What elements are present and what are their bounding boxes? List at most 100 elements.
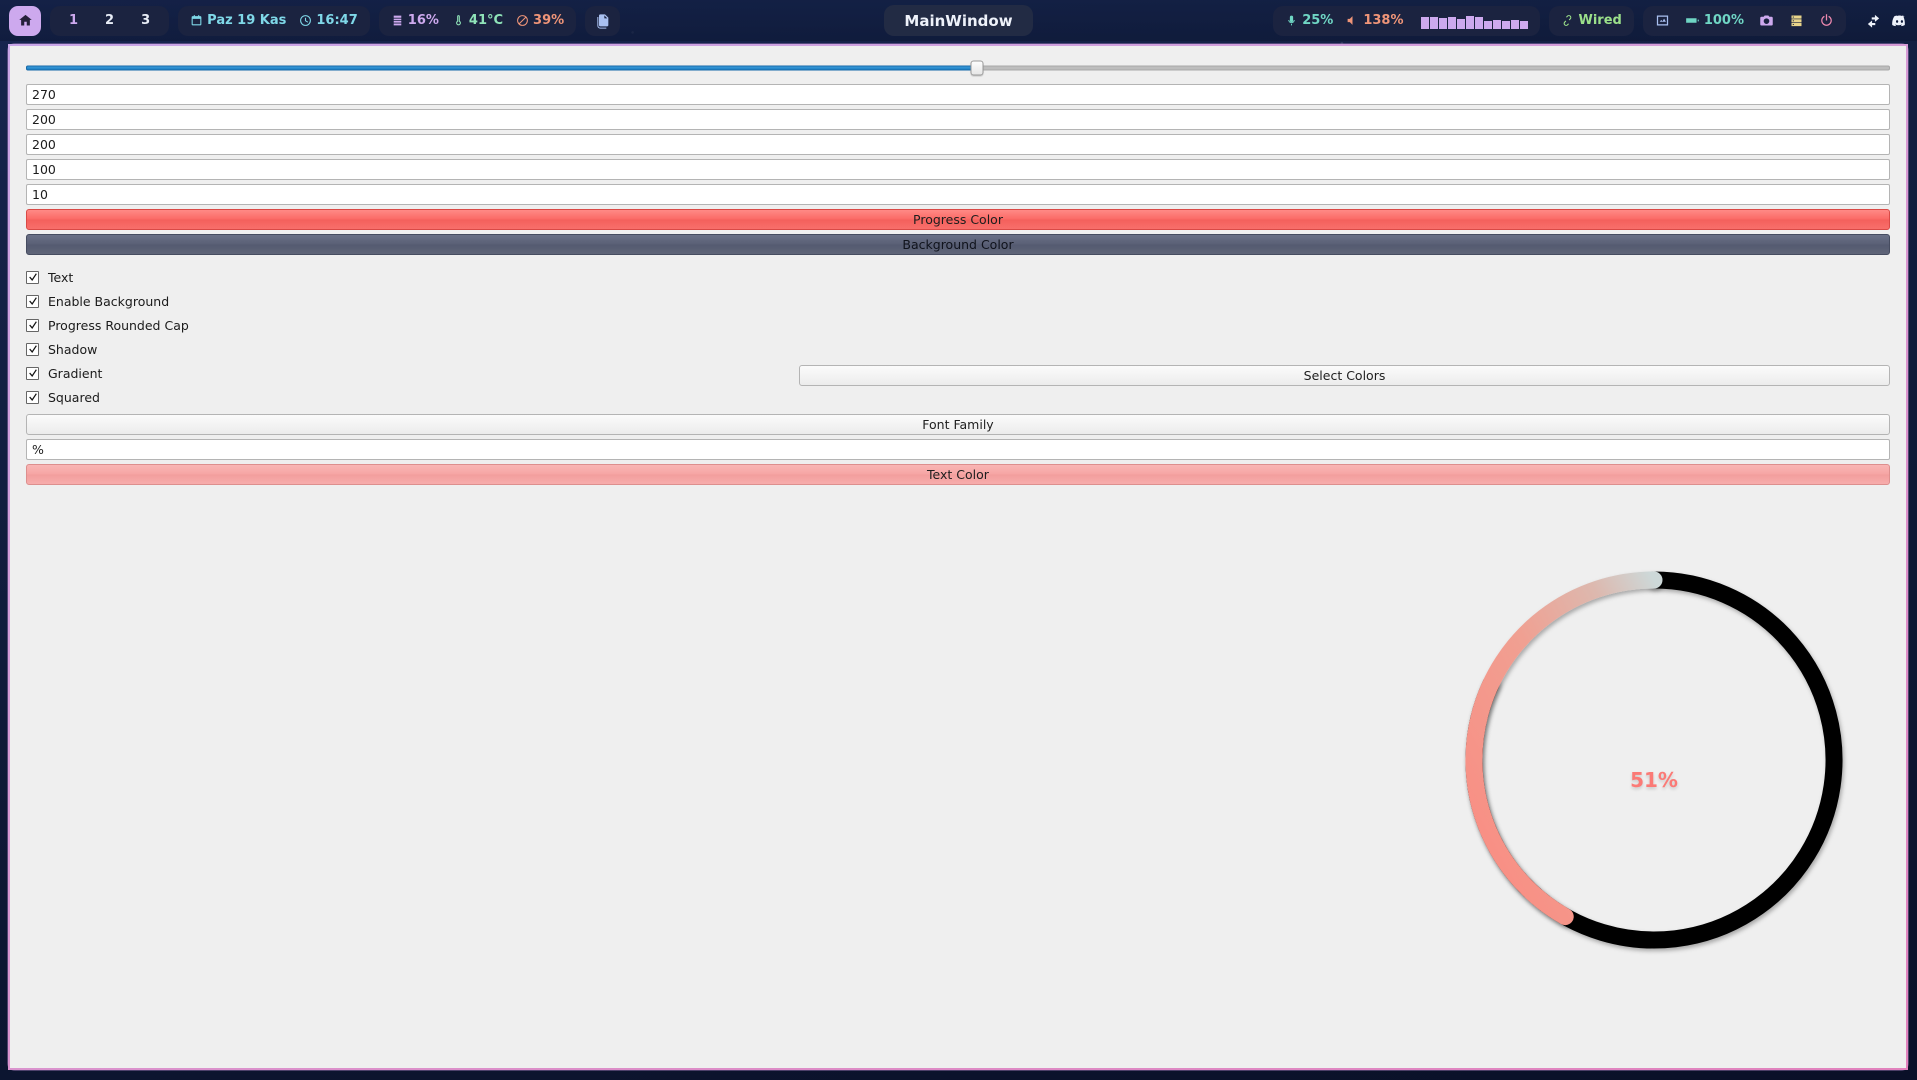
suffix-input[interactable] — [26, 439, 1890, 460]
background-color-button[interactable]: Background Color — [26, 234, 1890, 255]
memory-icon — [393, 15, 402, 26]
disk-icon — [517, 15, 528, 26]
check-icon — [28, 345, 37, 353]
checkbox-shadow[interactable] — [26, 342, 39, 356]
visualizer-bar — [1493, 19, 1502, 29]
checkbox-gradient[interactable] — [26, 366, 39, 380]
checkbox-progress-rounded-cap[interactable] — [26, 318, 39, 332]
network-widget[interactable]: Wired — [1549, 5, 1634, 36]
calendar-icon — [191, 15, 202, 26]
power-icon[interactable] — [1819, 13, 1834, 28]
swap-arrows-icon[interactable] — [1865, 12, 1882, 29]
checkbox-row-enable-background[interactable]: Enable Background — [26, 293, 1890, 309]
check-icon — [28, 297, 37, 305]
checkbox-label-progress-rounded-cap: Progress Rounded Cap — [48, 317, 189, 333]
visualizer-bar — [1421, 16, 1430, 29]
ram-text: 16% — [407, 13, 439, 28]
volume-text: 138% — [1363, 13, 1404, 28]
slider-fill — [26, 65, 977, 71]
temperature-display: 41°C — [452, 13, 503, 28]
home-icon — [18, 14, 32, 26]
visualizer-bar — [1457, 18, 1466, 29]
main-window: Progress Color Background Color Text Ena… — [8, 44, 1908, 1070]
checkbox-label-shadow: Shadow — [48, 341, 98, 357]
top-panel: 1 2 3 Paz 19 Kas 16:47 16% 41°C 39% Main… — [0, 0, 1917, 41]
screenshot-image-icon[interactable] — [1655, 13, 1670, 28]
microphone-level[interactable]: 25% — [1285, 13, 1333, 28]
max-value-input[interactable] — [26, 159, 1890, 180]
speaker-icon — [1347, 16, 1353, 25]
time-text: 16:47 — [316, 13, 358, 28]
date-text: Paz 19 Kas — [207, 13, 287, 28]
checkbox-text[interactable] — [26, 270, 39, 284]
select-colors-button[interactable]: Select Colors — [799, 365, 1890, 386]
battery-text: 100% — [1703, 13, 1744, 28]
topbar-right-section: 25% 138% Wired 100% — [1273, 5, 1908, 36]
checkbox-squared[interactable] — [26, 390, 39, 404]
discord-icon[interactable] — [1891, 12, 1908, 29]
disk-display: 39% — [516, 13, 564, 28]
check-icon — [28, 321, 37, 329]
battery-display[interactable]: 100% — [1685, 13, 1744, 28]
width-input[interactable] — [26, 109, 1890, 130]
thermometer-icon — [455, 15, 461, 26]
system-stats-widget[interactable]: 16% 41°C 39% — [378, 5, 577, 36]
system-tray[interactable]: 100% — [1642, 5, 1846, 36]
ram-display: 16% — [391, 13, 439, 28]
gauge-progress-arc — [1465, 571, 1663, 926]
ethernet-icon — [1564, 15, 1572, 26]
network-text: Wired — [1578, 13, 1622, 28]
check-icon — [28, 369, 37, 377]
gauge-value-text: 51% — [1630, 768, 1678, 792]
checkbox-row-shadow[interactable]: Shadow — [26, 341, 1890, 357]
camera-icon[interactable] — [1759, 13, 1774, 28]
battery-icon — [1685, 18, 1699, 23]
visualizer-bar — [1520, 20, 1529, 29]
visualizer-bar — [1439, 17, 1448, 29]
height-input[interactable] — [26, 134, 1890, 155]
visualizer-bar — [1430, 16, 1439, 29]
progress-color-button[interactable]: Progress Color — [26, 209, 1890, 230]
gauge-svg — [1465, 571, 1843, 949]
file-manager-button[interactable] — [585, 5, 621, 36]
checkbox-row-progress-rounded-cap[interactable]: Progress Rounded Cap — [26, 317, 1890, 333]
visualizer-bar — [1475, 16, 1484, 29]
options-area: Text Enable Background Progress Rounded … — [26, 269, 1890, 405]
check-icon — [28, 393, 37, 401]
datetime-widget[interactable]: Paz 19 Kas 16:47 — [178, 5, 370, 36]
visualizer-bar — [1511, 19, 1520, 29]
text-color-button[interactable]: Text Color — [26, 464, 1890, 485]
date-display: Paz 19 Kas — [190, 13, 286, 28]
start-angle-input[interactable] — [26, 84, 1890, 105]
workspace-2[interactable]: 2 — [98, 13, 121, 28]
checkbox-label-enable-background: Enable Background — [48, 293, 170, 309]
checkbox-label-gradient: Gradient — [48, 365, 103, 381]
visualizer-bar — [1502, 20, 1511, 29]
workspace-1[interactable]: 1 — [62, 13, 85, 28]
volume-level[interactable]: 138% — [1346, 13, 1403, 28]
home-button[interactable] — [9, 5, 41, 36]
font-family-button[interactable]: Font Family — [26, 414, 1890, 435]
temperature-text: 41°C — [468, 13, 504, 28]
checkbox-label-text: Text — [48, 269, 74, 285]
select-colors-container: Select Colors — [799, 365, 1890, 390]
circular-progress-gauge: 51% — [1414, 550, 1894, 970]
value-slider[interactable] — [26, 56, 1890, 80]
workspace-switcher[interactable]: 1 2 3 — [50, 5, 170, 36]
visualizer-bar — [1448, 16, 1457, 29]
visualizer-bar — [1466, 15, 1475, 29]
workspace-3[interactable]: 3 — [134, 13, 157, 28]
audio-widget[interactable]: 25% 138% — [1273, 5, 1541, 36]
slider-handle[interactable] — [970, 60, 984, 76]
window-title[interactable]: MainWindow — [884, 5, 1033, 36]
checkbox-enable-background[interactable] — [26, 294, 39, 308]
pen-width-input[interactable] — [26, 184, 1890, 205]
disk-text: 39% — [533, 13, 565, 28]
checkbox-row-squared[interactable]: Squared — [26, 389, 1890, 405]
checkbox-row-text[interactable]: Text — [26, 269, 1890, 285]
network-status: Wired — [1561, 13, 1622, 28]
server-icon[interactable] — [1789, 13, 1804, 28]
microphone-icon — [1288, 15, 1295, 26]
check-icon — [28, 273, 37, 281]
clock-icon — [300, 15, 312, 26]
